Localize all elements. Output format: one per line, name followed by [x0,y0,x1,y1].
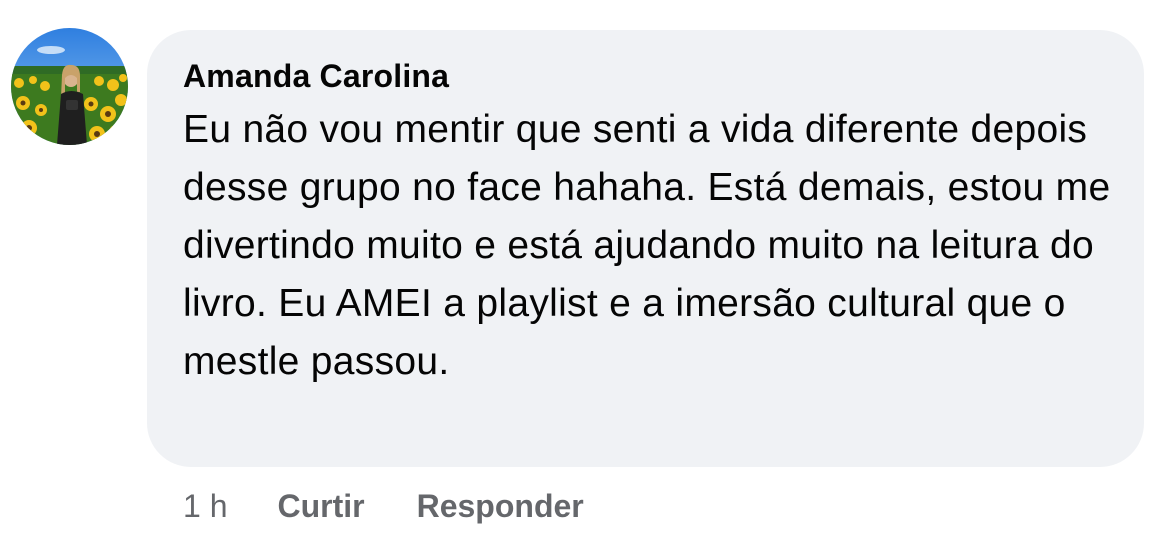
like-button[interactable]: Curtir [277,488,364,525]
profile-photo-icon [11,28,128,145]
comment-timestamp[interactable]: 1 h [183,488,227,525]
comment-bubble: Amanda Carolina Eu não vou mentir que se… [147,30,1144,467]
avatar[interactable] [11,28,128,145]
comment-author-name[interactable]: Amanda Carolina [183,56,1114,96]
reply-button[interactable]: Responder [417,488,584,525]
comment-text: Eu não vou mentir que senti a vida difer… [183,108,1111,383]
comment: Amanda Carolina Eu não vou mentir que se… [0,0,1155,542]
comment-actions: 1 h Curtir Responder [183,484,636,528]
